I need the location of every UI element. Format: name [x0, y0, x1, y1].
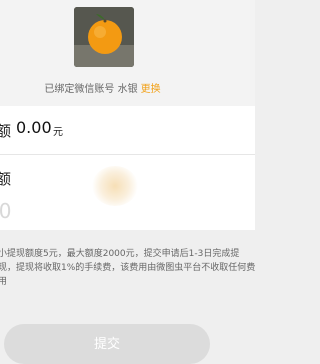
amount-label: 额	[0, 170, 12, 188]
orange-photo-icon	[74, 7, 134, 67]
account-header: 已绑定微信账号 水银 更换	[0, 0, 255, 106]
balance-value: 0.00	[16, 118, 52, 137]
balance-label: 额	[0, 122, 12, 140]
withdraw-button[interactable]: 提交	[4, 324, 210, 364]
withdraw-note: 小提现额度5元，最大额度2000元，提交申请后1-3日完成提现，提现将收取1%的…	[0, 249, 256, 287]
divider	[0, 154, 255, 155]
avatar	[74, 7, 134, 67]
balance-unit: 元	[53, 127, 63, 138]
bound-account-line: 已绑定微信账号 水银 更换	[0, 80, 205, 95]
withdraw-card: 额 0.00 元 额	[0, 106, 255, 230]
blur-spot	[92, 166, 138, 206]
bound-account-text: 已绑定微信账号 水银	[44, 84, 138, 95]
change-account-link[interactable]: 更换	[141, 84, 161, 95]
balance-row: 额 0.00 元	[0, 106, 255, 154]
